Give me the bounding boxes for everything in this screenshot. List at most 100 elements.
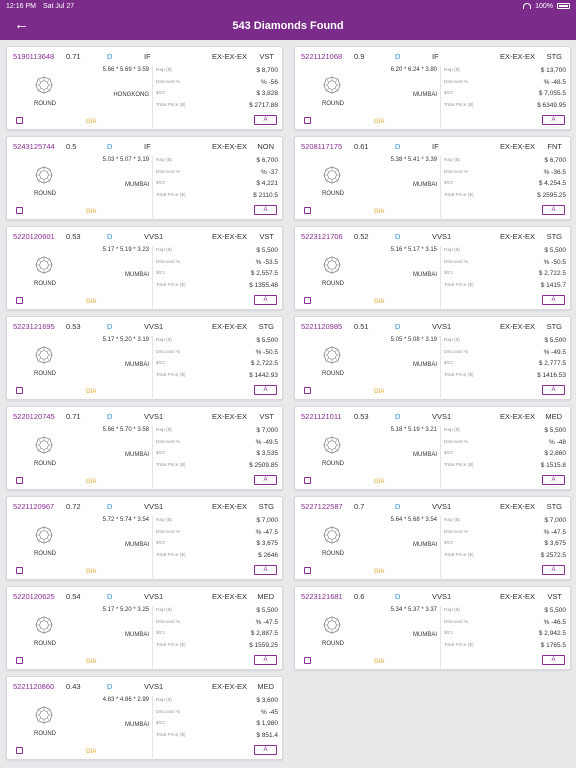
action-button[interactable]: A <box>542 565 565 575</box>
action-button[interactable]: A <box>254 565 277 575</box>
cut-polish-symmetry: EX-EX-EX <box>500 502 536 511</box>
select-checkbox[interactable] <box>16 207 23 214</box>
action-button[interactable]: A <box>542 475 565 485</box>
lab-certificate[interactable]: GIA <box>86 119 96 125</box>
clarity-grade: VVS1 <box>432 322 452 331</box>
lab-certificate[interactable]: GIA <box>374 119 384 125</box>
select-checkbox[interactable] <box>16 387 23 394</box>
stock-number[interactable]: 5221121011 <box>301 412 342 421</box>
diamond-card[interactable]: 5208117175 0.61 D IF EX-EX-EX FNT 5.38 * 5.41 … <box>294 136 571 220</box>
action-button[interactable]: A <box>542 385 565 395</box>
total-price-label: Total Price ($) <box>156 372 186 378</box>
select-checkbox[interactable] <box>304 207 311 214</box>
stock-number[interactable]: 5221121068 <box>301 52 342 61</box>
rap-label: Rap ($) <box>156 698 172 704</box>
action-button[interactable]: A <box>254 205 277 215</box>
lab-certificate[interactable]: GIA <box>374 209 384 215</box>
clarity-grade: VVS1 <box>144 412 164 421</box>
stock-number[interactable]: 5223121706 <box>301 232 343 241</box>
stock-number[interactable]: 5223121681 <box>301 592 343 601</box>
stock-number[interactable]: 5190113648 <box>13 52 54 61</box>
stock-number[interactable]: 5227122587 <box>301 502 343 511</box>
discount-label: Discount % <box>444 349 469 355</box>
action-button[interactable]: A <box>254 475 277 485</box>
action-button[interactable]: A <box>254 745 277 755</box>
select-checkbox[interactable] <box>304 117 311 124</box>
stock-number[interactable]: 5208117175 <box>301 142 342 151</box>
price-per-carat-value: $ 2,557.5 <box>250 270 278 278</box>
action-button[interactable]: A <box>254 385 277 395</box>
lab-certificate[interactable]: GIA <box>86 569 96 575</box>
lab-certificate[interactable]: GIA <box>374 299 384 305</box>
diamond-card[interactable]: 5220120601 0.53 D VVS1 EX-EX-EX VST 5.17 * 5.1… <box>6 226 283 310</box>
status-bar: 12:16 PM Sat Jul 27 100% <box>0 0 576 12</box>
carat-weight: 0.53 <box>66 322 81 331</box>
lab-certificate[interactable]: GIA <box>374 389 384 395</box>
discount-label: Discount % <box>156 259 181 265</box>
select-checkbox[interactable] <box>304 477 311 484</box>
select-checkbox[interactable] <box>16 747 23 754</box>
select-checkbox[interactable] <box>304 657 311 664</box>
action-button[interactable]: A <box>542 115 565 125</box>
stock-number[interactable]: 5221120967 <box>13 502 54 511</box>
stock-number[interactable]: 5221120985 <box>301 322 342 331</box>
diamond-card[interactable]: 5243125744 0.5 D IF EX-EX-EX NON 5.03 * 5.07 *… <box>6 136 283 220</box>
diamond-card[interactable]: 5223121695 0.53 D VVS1 EX-EX-EX STG 5.17 * 5.2… <box>6 316 283 400</box>
action-button[interactable]: A <box>254 655 277 665</box>
round-diamond-icon <box>35 346 53 364</box>
discount-value: % -47.5 <box>255 528 278 536</box>
diamond-card[interactable]: 5220120625 0.54 D VVS1 EX-EX-EX MED 5.17 * 5.2… <box>6 586 283 670</box>
action-button[interactable]: A <box>542 655 565 665</box>
action-button[interactable]: A <box>542 205 565 215</box>
price-per-carat-value: $ 2,860 <box>544 450 566 458</box>
diamond-card[interactable]: 5220120745 0.71 D VVS1 EX-EX-EX VST 5.66 * 5.7… <box>6 406 283 490</box>
diamond-card[interactable]: 5221120860 0.43 D VVS1 EX-EX-EX MED 4.83 * 4.8… <box>6 676 283 760</box>
select-checkbox[interactable] <box>304 387 311 394</box>
measurements: 5.16 * 5.17 * 3.15 <box>390 247 437 253</box>
carat-weight: 0.72 <box>66 502 81 511</box>
stock-number[interactable]: 5220120601 <box>13 232 55 241</box>
select-checkbox[interactable] <box>16 297 23 304</box>
location: MUMBAI <box>413 362 437 368</box>
total-price-value: $ 2110.5 <box>253 191 278 199</box>
lab-certificate[interactable]: GIA <box>86 209 96 215</box>
lab-certificate[interactable]: GIA <box>374 479 384 485</box>
stock-number[interactable]: 5223121695 <box>13 322 55 331</box>
total-price-label: Total Price ($) <box>156 552 186 558</box>
select-checkbox[interactable] <box>16 567 23 574</box>
stock-number[interactable]: 5221120860 <box>13 682 54 691</box>
rap-label: Rap ($) <box>156 338 172 344</box>
select-checkbox[interactable] <box>304 567 311 574</box>
clarity-grade: VVS1 <box>144 502 164 511</box>
stock-number[interactable]: 5243125744 <box>13 142 55 151</box>
select-checkbox[interactable] <box>16 117 23 124</box>
lab-certificate[interactable]: GIA <box>374 569 384 575</box>
divider <box>440 66 441 128</box>
diamond-card[interactable]: 5227122587 0.7 D VVS1 EX-EX-EX STG 5.64 * 5.68… <box>294 496 571 580</box>
back-arrow-icon[interactable]: ← <box>14 16 29 33</box>
select-checkbox[interactable] <box>16 477 23 484</box>
diamond-card[interactable]: 5223121681 0.6 D VVS1 EX-EX-EX VST 5.34 * 5.37… <box>294 586 571 670</box>
diamond-card[interactable]: 5221120985 0.51 D VVS1 EX-EX-EX STG 5.05 * 5.0… <box>294 316 571 400</box>
stock-number[interactable]: 5220120745 <box>13 412 55 421</box>
lab-certificate[interactable]: GIA <box>86 389 96 395</box>
lab-certificate[interactable]: GIA <box>86 659 96 665</box>
select-checkbox[interactable] <box>304 297 311 304</box>
diamond-card[interactable]: 5221120967 0.72 D VVS1 EX-EX-EX STG 5.72 * 5.7… <box>6 496 283 580</box>
lab-certificate[interactable]: GIA <box>86 479 96 485</box>
diamond-card[interactable]: 5190113648 0.71 D IF EX-EX-EX VST 5.66 * 5.69 … <box>6 46 283 130</box>
diamond-card[interactable]: 5221121011 0.53 D VVS1 EX-EX-EX MED 5.18 * 5.1… <box>294 406 571 490</box>
lab-certificate[interactable]: GIA <box>86 749 96 755</box>
total-price-label: Total Price ($) <box>444 282 474 288</box>
status-time: 12:16 PM <box>6 2 36 10</box>
action-button[interactable]: A <box>254 295 277 305</box>
action-button[interactable]: A <box>542 295 565 305</box>
diamond-card[interactable]: 5223121706 0.52 D VVS1 EX-EX-EX STG 5.16 * 5.1… <box>294 226 571 310</box>
price-per-carat-label: $/Ct <box>156 631 165 637</box>
diamond-card[interactable]: 5221121068 0.9 D IF EX-EX-EX STG 6.20 * 6.24 *… <box>294 46 571 130</box>
lab-certificate[interactable]: GIA <box>86 299 96 305</box>
select-checkbox[interactable] <box>16 657 23 664</box>
lab-certificate[interactable]: GIA <box>374 659 384 665</box>
action-button[interactable]: A <box>254 115 277 125</box>
stock-number[interactable]: 5220120625 <box>13 592 55 601</box>
